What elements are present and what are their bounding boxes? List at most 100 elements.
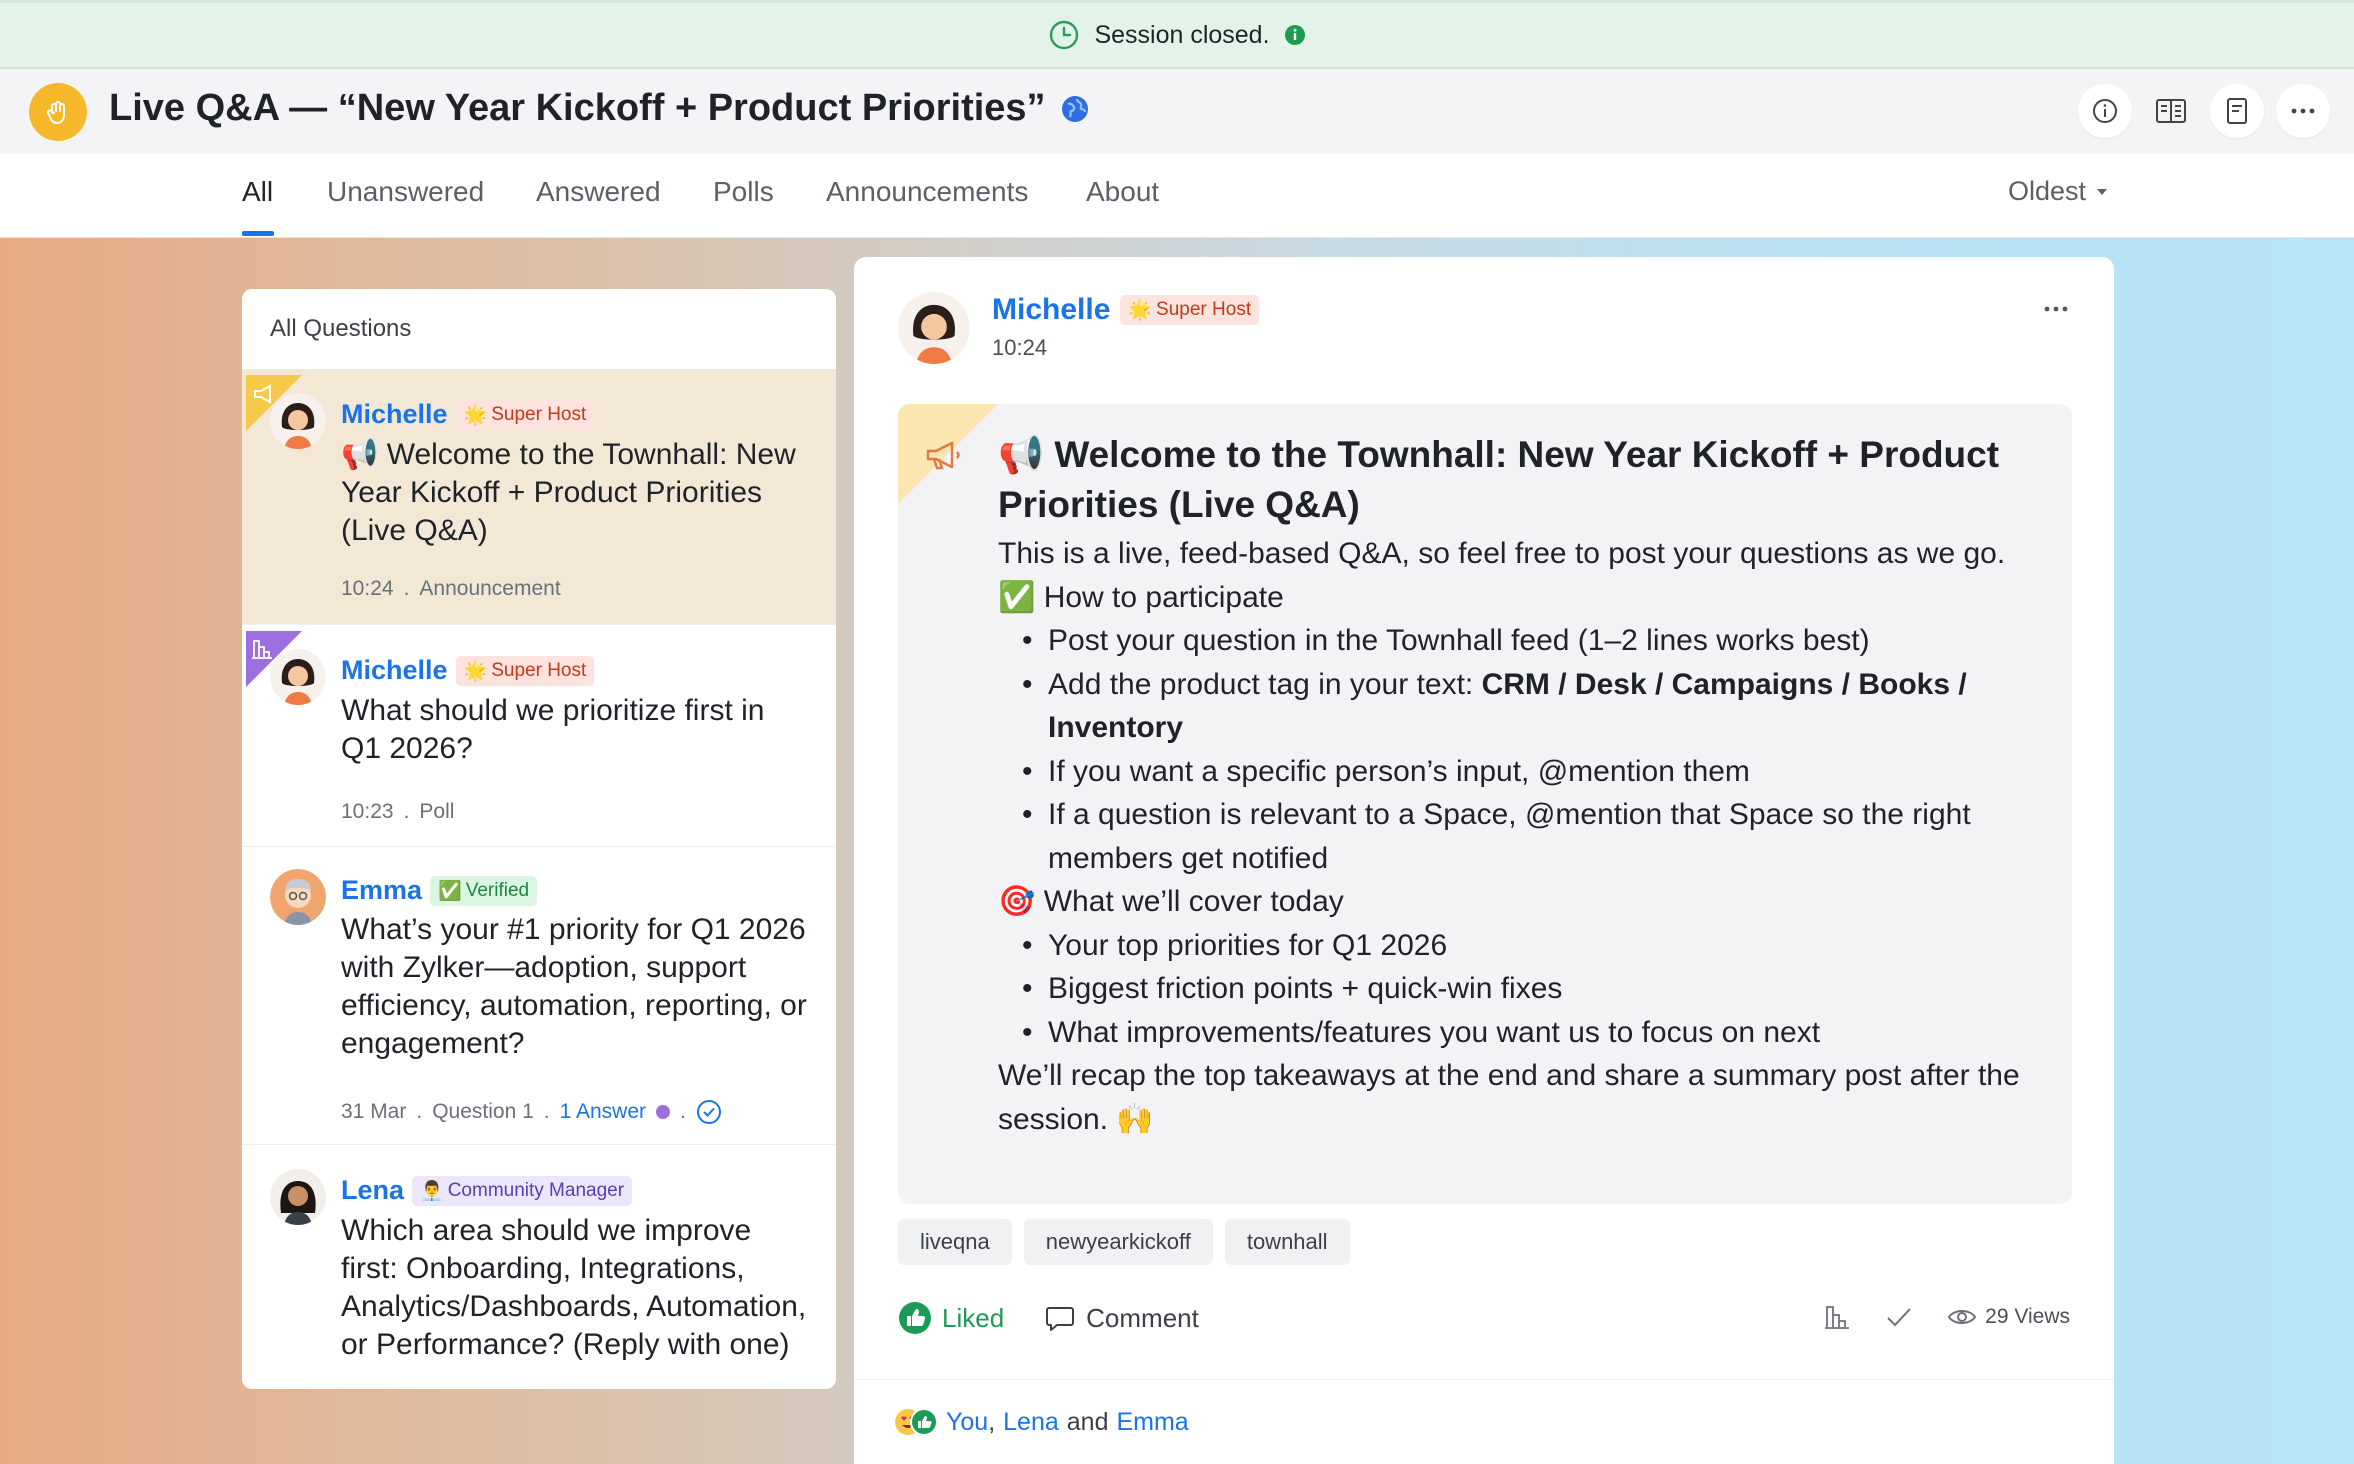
caret-down-icon	[2097, 188, 2107, 195]
author-name[interactable]: Emma	[341, 875, 422, 906]
verified-badge: ✅ Verified	[430, 875, 538, 906]
questions-panel-heading: All Questions	[270, 315, 412, 342]
reaction-you[interactable]: You	[946, 1408, 988, 1437]
list-item: If a question is relevant to a Space, @m…	[998, 793, 2048, 880]
author-row: Emma ✅ Verified	[341, 875, 538, 906]
question-time: 10:23	[341, 800, 394, 823]
info-button[interactable]	[2078, 84, 2132, 138]
sort-label: Oldest	[2007, 176, 2086, 206]
sparkle-icon: 🌟	[463, 660, 488, 682]
avatar-michelle[interactable]	[270, 649, 326, 705]
filter-tabs: All Unanswered Answered Polls Announceme…	[0, 154, 2354, 238]
info-outline-icon	[2093, 99, 2117, 123]
author-row: Michelle 🌟 Super Host	[341, 655, 595, 686]
author-name[interactable]: Michelle	[341, 655, 448, 686]
super-host-badge: 🌟 Super Host	[455, 399, 595, 430]
avatar-michelle[interactable]	[270, 393, 326, 449]
megaphone-icon	[924, 440, 964, 472]
like-button[interactable]: Liked	[898, 1301, 1004, 1335]
tab-unanswered[interactable]: Unanswered	[327, 176, 484, 208]
question-item-lena[interactable]: Lena 👨‍💼 Community Manager Which area sho…	[242, 1145, 836, 1389]
list-item: What improvements/features you want us t…	[998, 1011, 2048, 1055]
poll-icon[interactable]	[1823, 1303, 1851, 1331]
participate-list: Post your question in the Townhall feed …	[998, 619, 2048, 880]
page-title: Live Q&A — “New Year Kickoff + Product P…	[109, 87, 1090, 130]
question-text[interactable]: 📢 Welcome to the Townhall: New Year Kick…	[341, 436, 811, 550]
tab-polls[interactable]: Polls	[713, 176, 774, 208]
tab-about[interactable]: About	[1086, 176, 1159, 208]
meta-separator: .	[680, 1100, 686, 1123]
tab-announcements[interactable]: Announcements	[826, 176, 1028, 208]
notes-button[interactable]	[2210, 84, 2264, 138]
sort-dropdown[interactable]: Oldest	[2008, 176, 2108, 207]
session-banner: Session closed.	[0, 0, 2354, 69]
check-icon[interactable]	[1885, 1305, 1913, 1329]
post-stats: 29 Views	[1823, 1303, 2070, 1331]
announcement-outro: We’ll recap the top takeaways at the end…	[998, 1059, 2020, 1136]
detail-avatar-michelle[interactable]	[898, 292, 970, 364]
tag-chip[interactable]: townhall	[1224, 1219, 1350, 1265]
more-options-button[interactable]	[2276, 84, 2330, 138]
question-text[interactable]: Which area should we improve first: Onbo…	[341, 1212, 811, 1364]
author-name[interactable]: Lena	[341, 1175, 404, 1206]
page-title-text: Live Q&A — “New Year Kickoff + Product P…	[109, 87, 1046, 129]
question-text[interactable]: What should we prioritize first in Q1 20…	[341, 692, 811, 768]
question-meta: 31 Mar . Question 1 . 1 Answer .	[341, 1099, 722, 1125]
post-more-button[interactable]	[2042, 305, 2070, 313]
question-item-announcement[interactable]: Michelle 🌟 Super Host 📢 Welcome to the To…	[242, 369, 836, 625]
list-item: If you want a specific person’s input, @…	[998, 750, 2048, 794]
announcement-title: 📢 Welcome to the Townhall: New Year Kick…	[998, 434, 2000, 525]
announcement-intro: This is a live, feed-based Q&A, so feel …	[998, 537, 2006, 570]
participate-heading: ✅ How to participate	[998, 580, 1284, 614]
author-name[interactable]: Michelle	[341, 399, 448, 430]
super-host-badge: 🌟 Super Host	[1120, 295, 1260, 325]
comment-label: Comment	[1086, 1302, 1199, 1333]
author-row: Michelle 🌟 Super Host	[341, 399, 595, 430]
reaction-lena[interactable]: Lena	[1003, 1408, 1059, 1437]
question-item-poll[interactable]: Michelle 🌟 Super Host What should we prio…	[242, 625, 836, 847]
clock-icon	[1048, 19, 1080, 51]
community-manager-badge: 👨‍💼 Community Manager	[412, 1175, 633, 1206]
detail-author-row: Michelle 🌟 Super Host	[992, 293, 1260, 327]
post-detail: Michelle 🌟 Super Host 10:24 📢 Welcome to …	[854, 257, 2114, 1464]
meta-separator: .	[403, 800, 410, 823]
globe-icon	[1060, 94, 1090, 124]
list-item: Your top priorities for Q1 2026	[998, 924, 2048, 968]
super-host-badge: 🌟 Super Host	[455, 655, 595, 686]
reaction-separator: ,	[988, 1407, 996, 1436]
cover-heading: 🎯 What we’ll cover today	[998, 885, 1344, 918]
reaction-emojis-icon[interactable]	[894, 1407, 938, 1437]
sparkle-icon: 🌟	[463, 404, 488, 426]
avatar-lena[interactable]	[270, 1169, 326, 1225]
tag-chip[interactable]: newyearkickoff	[1023, 1219, 1213, 1265]
question-item-emma[interactable]: Emma ✅ Verified What’s your #1 priority f…	[242, 847, 836, 1145]
cover-list: Your top priorities for Q1 2026 Biggest …	[998, 924, 2048, 1055]
question-type: Announcement	[419, 577, 561, 600]
question-meta: 10:24 . Announcement	[341, 577, 561, 601]
announcement-body: 📢 Welcome to the Townhall: New Year Kick…	[998, 430, 2048, 1141]
tag-list: liveqna newyearkickoff townhall	[898, 1219, 1350, 1265]
reader-view-button[interactable]	[2144, 84, 2198, 138]
questions-panel: All Questions Michelle 🌟 Super Host 📢 Wel…	[242, 289, 836, 1389]
avatar-emma[interactable]	[270, 869, 326, 925]
answers-link[interactable]: 1 Answer	[560, 1100, 646, 1124]
comment-button[interactable]: Comment	[1044, 1302, 1199, 1334]
sparkle-icon: 🌟	[1128, 300, 1153, 321]
session-status-text: Session closed.	[1094, 20, 1270, 49]
detail-author-name[interactable]: Michelle	[992, 293, 1110, 327]
question-time: 10:24	[341, 577, 394, 600]
question-type: Question 1	[432, 1100, 534, 1123]
reaction-emma[interactable]: Emma	[1116, 1408, 1188, 1437]
more-icon	[2044, 306, 2068, 312]
tab-all[interactable]: All	[242, 176, 273, 208]
list-item: Add the product tag in your text: CRM / …	[998, 663, 2048, 750]
question-text[interactable]: What’s your #1 priority for Q1 2026 with…	[341, 911, 811, 1063]
info-icon[interactable]	[1284, 24, 1306, 46]
list-item: Biggest friction points + quick-win fixe…	[998, 967, 2048, 1011]
status-dot	[656, 1105, 671, 1119]
meta-separator: .	[543, 1100, 550, 1123]
tab-answered[interactable]: Answered	[536, 176, 661, 208]
tag-chip[interactable]: liveqna	[898, 1219, 1012, 1265]
app-logo-icon[interactable]	[29, 83, 87, 141]
more-icon	[2291, 108, 2315, 114]
